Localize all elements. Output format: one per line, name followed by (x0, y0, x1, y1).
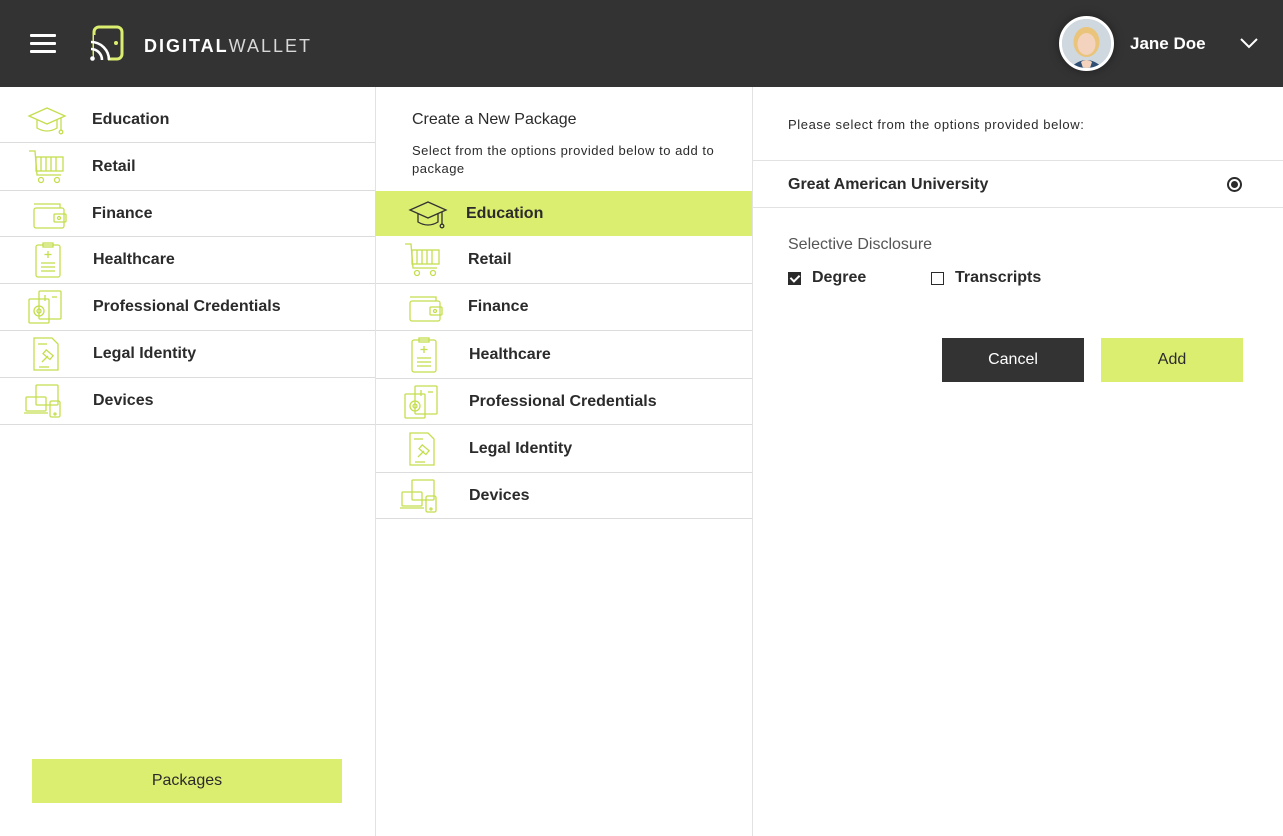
sidebar-item-healthcare[interactable]: Healthcare (0, 237, 375, 284)
package-item-label: Finance (468, 298, 529, 315)
clipboard-icon (411, 336, 437, 373)
sidebar-item-label: Devices (93, 392, 154, 409)
university-radio[interactable] (1227, 177, 1242, 192)
credential-icon (28, 290, 62, 324)
package-item-label: Healthcare (469, 345, 551, 363)
brand-name: DIGITALWALLET (144, 36, 313, 56)
package-item-devices[interactable]: Devices (376, 473, 752, 519)
menu-icon[interactable] (30, 34, 56, 54)
package-item-retail[interactable]: Retail (376, 236, 752, 284)
legal-document-icon (409, 431, 435, 466)
sidebar-item-retail[interactable]: Retail (0, 143, 375, 191)
university-name: Great American University (788, 176, 989, 193)
wallet-icon (33, 202, 67, 229)
university-option[interactable]: Great American University (753, 160, 1283, 208)
cancel-button[interactable]: Cancel (942, 338, 1084, 382)
package-item-finance[interactable]: Finance (376, 284, 752, 331)
package-item-label: Education (466, 204, 544, 222)
devices-icon (400, 478, 437, 513)
add-button[interactable]: Add (1101, 338, 1243, 382)
graduation-cap-icon (408, 200, 448, 228)
wallet-icon (409, 296, 443, 322)
devices-icon (24, 384, 61, 418)
transcripts-checkbox[interactable] (931, 272, 944, 285)
packages-button[interactable]: Packages (32, 759, 342, 803)
sidebar: Education Retail Finance Healthcare Prof… (0, 87, 376, 836)
degree-label[interactable]: Degree (812, 269, 866, 287)
package-item-label: Retail (468, 250, 512, 268)
package-item-label: Devices (469, 486, 530, 504)
sidebar-item-label: Retail (92, 157, 136, 175)
sidebar-item-label: Legal Identity (93, 345, 197, 362)
shopping-cart-icon (405, 242, 440, 276)
package-item-education[interactable]: Education (375, 191, 752, 236)
clipboard-icon (35, 242, 61, 278)
shopping-cart-icon (29, 149, 64, 183)
chevron-down-icon[interactable] (1240, 37, 1258, 49)
package-item-legal-identity[interactable]: Legal Identity (376, 425, 752, 473)
panel-subtitle: Select from the options provided below t… (412, 143, 715, 176)
selective-disclosure-label: Selective Disclosure (788, 236, 933, 253)
sidebar-item-label: Professional Credentials (93, 298, 281, 315)
create-package-panel: Create a New Package Select from the opt… (375, 87, 753, 836)
degree-checkbox[interactable] (788, 272, 801, 285)
graduation-cap-icon (27, 106, 67, 134)
sidebar-item-label: Education (92, 110, 170, 128)
detail-panel: Please select from the options provided … (753, 87, 1283, 836)
sidebar-item-professional-credentials[interactable]: Professional Credentials (0, 284, 375, 331)
user-avatar-icon (1062, 19, 1111, 68)
sidebar-item-legal-identity[interactable]: Legal Identity (0, 331, 375, 378)
panel-title: Create a New Package (412, 111, 577, 128)
wallet-logo-icon (90, 25, 124, 61)
sidebar-item-label: Finance (92, 204, 153, 222)
package-item-label: Legal Identity (469, 439, 573, 457)
legal-document-icon (33, 337, 59, 371)
avatar[interactable] (1059, 16, 1114, 71)
transcripts-label[interactable]: Transcripts (955, 269, 1041, 287)
credential-icon (404, 384, 438, 419)
app-header: DIGITALWALLET Jane Doe (0, 0, 1283, 87)
sidebar-item-devices[interactable]: Devices (0, 378, 375, 425)
sidebar-item-label: Healthcare (93, 251, 175, 268)
sidebar-item-education[interactable]: Education (0, 97, 375, 143)
sidebar-item-finance[interactable]: Finance (0, 191, 375, 237)
package-item-professional-credentials[interactable]: Professional Credentials (376, 379, 752, 425)
package-item-healthcare[interactable]: Healthcare (376, 331, 752, 379)
user-name[interactable]: Jane Doe (1130, 34, 1206, 54)
options-prompt: Please select from the options provided … (788, 117, 1085, 132)
package-item-label: Professional Credentials (469, 392, 657, 410)
